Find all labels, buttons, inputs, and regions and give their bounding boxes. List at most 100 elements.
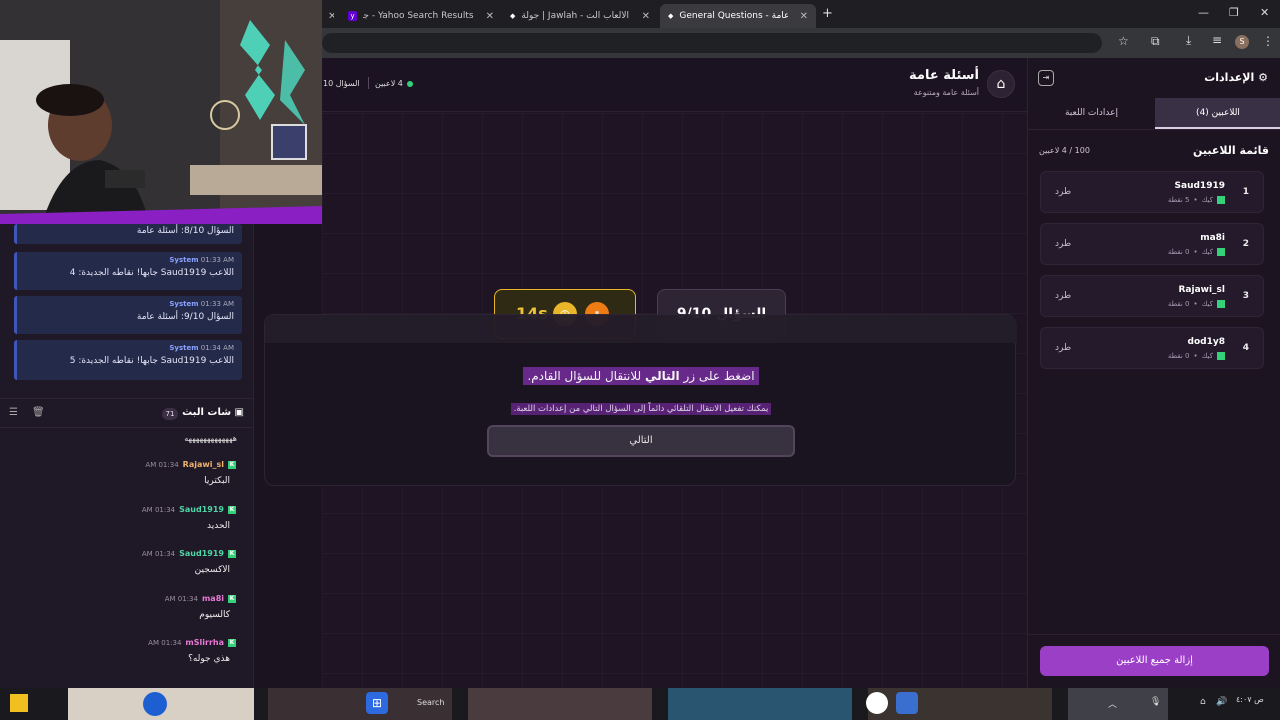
extensions-icon[interactable]: ⧉ (1151, 34, 1160, 49)
system-message: System 01:33 AM السؤال 9/10: أسئلة عامة (14, 296, 242, 334)
instruction-suffix: للانتقال للسؤال القادم. (527, 369, 645, 383)
chat-text: كالسيوم (199, 610, 230, 620)
question-short-label: السؤال 10 (323, 79, 360, 88)
chat-text: الاكسجين (194, 565, 230, 575)
player-platform: كيك (1201, 300, 1213, 308)
kick-player-button[interactable]: طرد (1055, 343, 1071, 353)
volume-icon[interactable]: 🔊 (1216, 697, 1227, 707)
instruction-text: اضغط على زر التالي للانتقال للسؤال القاد… (523, 367, 759, 385)
instruction-prefix: اضغط على زر (679, 369, 755, 383)
settings-title: ⚙ الإعدادات (1204, 71, 1268, 84)
game-header: ⌂ أسئلة عامة أسئلة عامة ومتنوعة السؤال 1… (322, 58, 1027, 112)
bookmark-star-icon[interactable]: ☆ (1118, 34, 1129, 48)
url-field[interactable] (322, 33, 1102, 53)
collapse-panel-icon[interactable]: ⇥ (1038, 70, 1054, 86)
system-message: System 01:33 AM اللاعب Saud1919 جابها! ن… (14, 252, 242, 290)
windows-start-icon[interactable]: ⊞ (366, 692, 388, 714)
chat-title-text: شات البث (182, 407, 232, 418)
tab-yahoo[interactable]: y Yahoo Search Results - جوله شات ✕ (340, 4, 502, 28)
new-tab-button[interactable]: + (822, 6, 833, 21)
chat-text: الحديد (206, 521, 230, 531)
media-control-icon[interactable]: ≡ (1212, 33, 1222, 47)
chat-time: 01:34 AM (164, 594, 198, 603)
player-name: dod1y8 (1187, 337, 1225, 347)
kick-icon: K (228, 594, 236, 603)
kick-icon: K (228, 549, 236, 558)
network-icon[interactable]: ⌂ (1200, 697, 1206, 707)
hint-row: يمكنك تفعيل الانتقال التلقائي دائماً إلى… (265, 396, 1017, 415)
system-message: السؤال 8/10: أسئلة عامة (14, 224, 242, 244)
player-rank: 1 (1242, 187, 1249, 197)
online-dot-icon (406, 80, 413, 87)
remove-all-players-button[interactable]: إزالة جميع اللاعبين (1040, 646, 1269, 676)
tab-close-icon[interactable]: ✕ (486, 11, 494, 22)
chat-message: K Rajawi_sl 01:34 AM البكتريا (0, 460, 242, 486)
tab-label: Yahoo Search Results - جوله شات (363, 11, 474, 21)
game-area: ⌂ أسئلة عامة أسئلة عامة ومتنوعة السؤال 1… (264, 58, 1027, 688)
next-button[interactable]: التالي (487, 425, 795, 457)
app-icon[interactable] (896, 692, 918, 714)
players-list-title: قائمة اللاعبين (1193, 144, 1269, 157)
tab-players[interactable]: اللاعبين (4) (1155, 98, 1280, 129)
player-name: Saud1919 (1174, 181, 1225, 191)
chat-time: 01:34 AM (148, 638, 182, 647)
system-message: System 01:34 AM اللاعب Saud1919 جابها! ن… (14, 340, 242, 380)
yahoo-icon: y (348, 11, 358, 21)
player-platform: كيك (1201, 196, 1213, 204)
kick-player-button[interactable]: طرد (1055, 239, 1071, 249)
close-icon[interactable]: ✕ (328, 11, 334, 22)
chat-time: 01:34 AM (141, 549, 176, 558)
microphone-icon[interactable]: 🎙 (1150, 697, 1161, 707)
card-top-strip (265, 315, 1017, 343)
player-meta: كيك • 0 نقطة (1168, 300, 1225, 308)
instruction-bold: التالي (645, 369, 680, 383)
settings-panel: ⚙ الإعدادات ⇥ اللاعبين (4) إعدادات اللعب… (1027, 58, 1280, 688)
tray-chevron-icon[interactable]: ︿ (1108, 697, 1117, 710)
chat-top-text: هههههههههههههه (184, 434, 237, 443)
system-time: 01:33 AM (200, 300, 234, 308)
tab-game-settings[interactable]: إعدادات اللعبة (1028, 98, 1155, 129)
chat-message: K Saud1919 01:34 AM الاكسجين (0, 549, 242, 575)
kick-icon (1217, 300, 1225, 308)
kick-icon: K (228, 460, 236, 469)
chat-username: Saud1919 (179, 505, 224, 514)
system-time: 01:34 AM (200, 344, 234, 352)
player-row: 1 Saud1919 كيك • 5 نقطة طرد (1040, 171, 1264, 213)
settings-tabs: اللاعبين (4) إعدادات اللعبة (1028, 98, 1280, 130)
restore-icon[interactable]: ❐ (1229, 6, 1239, 19)
system-message-text: اللاعب Saud1919 جابها! نقاطه الجديدة: 5 (69, 356, 234, 366)
tab-close-icon[interactable]: ✕ (642, 11, 650, 22)
stream-chat-panel: السؤال 8/10: أسئلة عامة System 01:33 AM … (0, 224, 254, 688)
profile-avatar[interactable]: S (1235, 35, 1249, 49)
webcam-image (0, 0, 322, 224)
settings-title-text: الإعدادات (1204, 71, 1255, 84)
system-message-text: السؤال 9/10: أسئلة عامة (136, 312, 234, 322)
trash-icon[interactable]: 🗑 (32, 407, 45, 418)
player-meta: كيك • 0 نقطة (1168, 248, 1225, 256)
search-label[interactable]: Search (417, 698, 444, 707)
player-rank: 3 (1242, 291, 1249, 301)
tab-label: General Questions - أسئلة عامة (679, 11, 788, 21)
kick-icon (1217, 248, 1225, 256)
browser-menu-icon[interactable]: ⋮ (1262, 34, 1274, 48)
taskbar-thumbnails (10, 688, 1168, 720)
tab-close-icon[interactable]: ✕ (800, 11, 808, 22)
chat-title: ▣ شات البث (182, 407, 244, 418)
download-icon[interactable]: ⤓ (1186, 33, 1191, 48)
system-time: 01:33 AM (200, 256, 234, 264)
kick-player-button[interactable]: طرد (1055, 291, 1071, 301)
clock-text[interactable]: ص ٤:٠٧ (1236, 695, 1264, 704)
kick-icon: K (228, 505, 236, 514)
player-row: 3 Rajawi_sl كيك • 0 نقطة طرد (1040, 275, 1264, 317)
chat-menu-icon[interactable]: ☰ (9, 407, 18, 418)
chrome-icon[interactable] (866, 692, 888, 714)
tab-general-questions[interactable]: ◆ General Questions - أسئلة عامة ✕ (660, 4, 816, 28)
kick-player-button[interactable]: طرد (1055, 187, 1071, 197)
tab-close-partial[interactable]: ✕ (322, 4, 334, 28)
jawlah-icon: ◆ (510, 12, 516, 20)
tab-jawlah[interactable]: ◆ جولة | Jawlah - منصة الألعاب الت ✕ (502, 4, 658, 28)
chat-message: Kma8i 01:34 AM كالسيوم (0, 594, 242, 620)
window-close-icon[interactable]: ✕ (1260, 6, 1269, 19)
minimize-icon[interactable]: — (1198, 6, 1209, 19)
home-button[interactable]: ⌂ (987, 70, 1015, 98)
